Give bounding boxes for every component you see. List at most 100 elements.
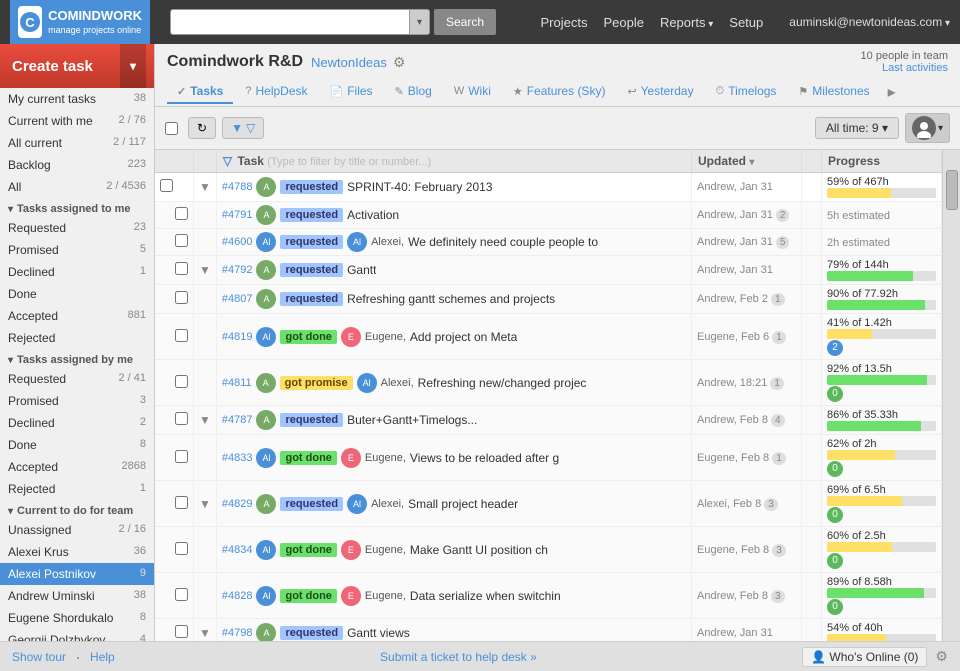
nav-projects[interactable]: Projects [540, 15, 587, 30]
time-filter-button[interactable]: All time: 9 ▾ [815, 117, 899, 139]
row-expand[interactable] [194, 527, 217, 573]
task-title[interactable]: SPRINT-40: February 2013 [347, 180, 492, 194]
sidebar-item-assigned-by-me-done[interactable]: Done 8 [0, 434, 154, 456]
col-task[interactable]: ▽ Task (Type to filter by title or numbe… [216, 150, 691, 173]
sidebar-item-unassigned[interactable]: Unassigned 2 / 16 [0, 519, 154, 541]
avatar-button[interactable]: ▾ [905, 113, 950, 143]
refresh-button[interactable]: ↻ [188, 117, 216, 139]
tab-yesterday[interactable]: ↩ Yesterday [617, 80, 703, 104]
tab-tasks[interactable]: ✓ Tasks [167, 80, 233, 104]
sidebar-item-assigned-to-me-promised[interactable]: Promised 5 [0, 239, 154, 261]
tab-files[interactable]: 📄 Files [320, 80, 383, 104]
sidebar-item-current-with-me[interactable]: Current with me 2 / 76 [0, 110, 154, 132]
task-title[interactable]: Gantt views [347, 626, 410, 640]
sidebar-item-all[interactable]: All 2 / 4536 [0, 176, 154, 198]
task-id[interactable]: #4798 [222, 627, 253, 639]
row-checkbox[interactable] [175, 588, 188, 601]
task-id[interactable]: #4811 [222, 377, 252, 389]
row-expand[interactable]: ▼ [194, 256, 217, 285]
sidebar-item-alexei-krus[interactable]: Alexei Krus 36 [0, 541, 154, 563]
sidebar-item-all-current[interactable]: All current 2 / 117 [0, 132, 154, 154]
col-updated[interactable]: Updated ▾ [692, 150, 802, 173]
help-link[interactable]: Help [90, 650, 115, 664]
task-title[interactable]: Refreshing gantt schemes and projects [347, 292, 555, 306]
task-title[interactable]: Small project header [408, 497, 518, 511]
row-expand[interactable] [194, 314, 217, 360]
task-title[interactable]: Buter+Gantt+Timelogs... [347, 413, 477, 427]
sidebar-item-assigned-by-me-rejected[interactable]: Rejected 1 [0, 478, 154, 500]
nav-people[interactable]: People [603, 15, 643, 30]
status-badge[interactable]: requested [280, 180, 343, 194]
row-expand[interactable] [194, 573, 217, 619]
task-title[interactable]: Data serialize when switchin [410, 589, 561, 603]
status-badge[interactable]: requested [280, 413, 343, 427]
sidebar-item-assigned-to-me-declined[interactable]: Declined 1 [0, 261, 154, 283]
row-expand[interactable]: ▼ [194, 406, 217, 435]
sidebar-item-andrew-uminski[interactable]: Andrew Uminski 38 [0, 585, 154, 607]
sidebar-section-current-to-do[interactable]: Current to do for team [0, 500, 154, 519]
row-checkbox[interactable] [175, 450, 188, 463]
sidebar-item-assigned-to-me-requested[interactable]: Requested 23 [0, 217, 154, 239]
status-badge[interactable]: requested [280, 208, 343, 222]
last-activities-link[interactable]: Last activities [861, 62, 948, 74]
whos-online-panel[interactable]: 👤 Who's Online (0) [802, 647, 927, 667]
sidebar-item-assigned-by-me-accepted[interactable]: Accepted 2868 [0, 456, 154, 478]
sidebar-item-alexei-postnikov[interactable]: Alexei Postnikov 9 [0, 563, 154, 585]
status-badge[interactable]: got done [280, 543, 336, 557]
status-badge[interactable]: requested [280, 235, 343, 249]
sidebar-item-backlog[interactable]: Backlog 223 [0, 154, 154, 176]
row-checkbox[interactable] [175, 412, 188, 425]
scrollbar-thumb[interactable] [946, 170, 958, 210]
row-expand[interactable] [194, 229, 217, 256]
status-badge[interactable]: got promise [280, 376, 353, 390]
sidebar-item-assigned-to-me-rejected[interactable]: Rejected [0, 327, 154, 349]
task-id[interactable]: #4829 [222, 498, 253, 510]
task-id[interactable]: #4819 [222, 331, 253, 343]
tab-milestones[interactable]: ⚑ Milestones [788, 80, 879, 104]
sidebar-item-assigned-by-me-declined[interactable]: Declined 2 [0, 412, 154, 434]
sidebar-item-georgii-dolzhykov[interactable]: Georgii Dolzhykov 4 [0, 629, 154, 641]
create-task-dropdown-arrow[interactable]: ▾ [120, 44, 146, 88]
status-badge[interactable]: got done [280, 589, 336, 603]
status-badge[interactable]: requested [280, 292, 343, 306]
task-id[interactable]: #4787 [222, 414, 253, 426]
row-checkbox[interactable] [175, 207, 188, 220]
row-expand[interactable] [194, 202, 217, 229]
tab-features[interactable]: ★ Features (Sky) [503, 80, 616, 104]
tab-more-button[interactable]: ▸ [882, 78, 902, 106]
user-email[interactable]: auminski@newtonideas.com [789, 15, 950, 29]
nav-reports[interactable]: Reports [660, 15, 713, 30]
task-id[interactable]: #4833 [222, 452, 253, 464]
status-badge[interactable]: requested [280, 497, 343, 511]
settings-gear-icon[interactable]: ⚙ [935, 648, 948, 665]
sidebar-section-tasks-assigned-to-me[interactable]: Tasks assigned to me [0, 198, 154, 217]
task-title[interactable]: Gantt [347, 263, 376, 277]
search-button[interactable]: Search [434, 9, 496, 35]
row-checkbox[interactable] [175, 234, 188, 247]
select-all-checkbox[interactable] [165, 122, 178, 135]
row-checkbox[interactable] [175, 625, 188, 638]
sidebar-item-assigned-by-me-promised[interactable]: Promised 3 [0, 390, 154, 412]
task-title[interactable]: Make Gantt UI position ch [410, 543, 548, 557]
tab-helpdesk[interactable]: ? HelpDesk [235, 80, 317, 104]
task-title[interactable]: We definitely need couple people to [408, 235, 598, 249]
row-expand[interactable] [194, 435, 217, 481]
status-badge[interactable]: requested [280, 263, 343, 277]
row-checkbox[interactable] [175, 262, 188, 275]
status-badge[interactable]: got done [280, 330, 336, 344]
row-expand[interactable] [194, 285, 217, 314]
row-checkbox[interactable] [175, 542, 188, 555]
row-checkbox[interactable] [175, 329, 188, 342]
task-id[interactable]: #4807 [222, 293, 253, 305]
task-title[interactable]: Refreshing new/changed projec [418, 376, 587, 390]
row-expand[interactable] [194, 360, 217, 406]
create-task-button[interactable]: Create task ▾ [0, 44, 154, 88]
logo-area[interactable]: C COMINDWORK manage projects online [10, 0, 150, 44]
sidebar-item-assigned-to-me-accepted[interactable]: Accepted 881 [0, 305, 154, 327]
status-badge[interactable]: got done [280, 451, 336, 465]
project-subtitle[interactable]: NewtonIdeas [311, 55, 387, 70]
sidebar-section-tasks-assigned-by-me[interactable]: Tasks assigned by me [0, 349, 154, 368]
filter-button[interactable]: ▼ ▽ [222, 117, 264, 139]
task-id[interactable]: #4828 [222, 590, 253, 602]
row-checkbox[interactable] [175, 496, 188, 509]
